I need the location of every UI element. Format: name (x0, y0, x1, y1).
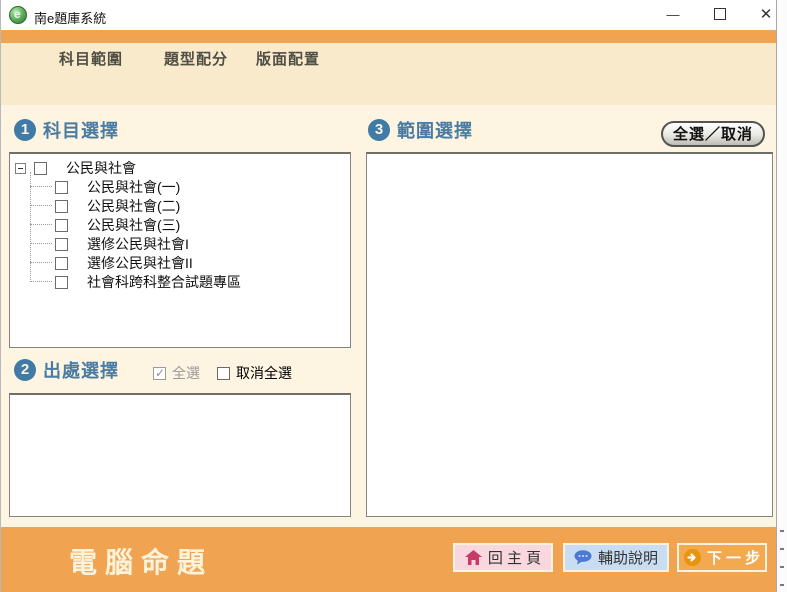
tree-item[interactable]: 公民與社會(一) (30, 177, 350, 196)
tree-item-checkbox[interactable] (55, 257, 68, 270)
subject-section-title: 科目選擇 (43, 117, 119, 143)
wizard-stepper: 科目範圍 題型配分 版面配置 (1, 43, 777, 105)
source-section-title: 出處選擇 (43, 357, 119, 383)
range-section-header: 3 範圍選擇 (368, 117, 473, 141)
subject-tree-children: 公民與社會(一) 公民與社會(二) 公民與社會(三) 選修公民與社會I 選修公民… (30, 177, 350, 291)
tree-item-checkbox[interactable] (55, 238, 68, 251)
tree-item-root[interactable]: 公民與社會 (10, 154, 350, 177)
range-list-panel[interactable] (366, 152, 773, 517)
select-all-checkbox[interactable] (153, 367, 166, 380)
tree-item-label[interactable]: 社會科跨科整合試題專區 (87, 274, 241, 290)
tree-item-label[interactable]: 選修公民與社會II (87, 255, 193, 271)
range-section-title: 範圍選擇 (397, 117, 473, 143)
section-number-3: 3 (368, 119, 390, 141)
deselect-all-checkbox-group[interactable]: 取消全選 (217, 363, 292, 383)
tree-item-label[interactable]: 選修公民與社會I (87, 236, 189, 252)
app-window: 南e題庫系統 — ✕ 科目範圍 題型配分 版面配置 1 科目選擇 公民與社會 公民… (0, 0, 777, 592)
help-button[interactable]: 輔助說明 (563, 543, 669, 572)
step-label-subject-range: 科目範圍 (59, 48, 123, 69)
select-all-toggle-button[interactable]: 全選／取消 (661, 121, 765, 147)
tree-item[interactable]: 社會科跨科整合試題專區 (30, 272, 350, 291)
tree-item-checkbox[interactable] (55, 200, 68, 213)
page-title: 電腦命題 (69, 541, 213, 581)
tree-item[interactable]: 選修公民與社會I (30, 234, 350, 253)
window-title: 南e題庫系統 (34, 8, 106, 27)
home-icon (465, 550, 482, 565)
subject-section-header: 1 科目選擇 (14, 117, 119, 141)
tree-item-checkbox[interactable] (55, 276, 68, 289)
tree-item-label[interactable]: 公民與社會(一) (87, 179, 180, 195)
source-section-header: 2 出處選擇 (14, 357, 119, 381)
section-number-2: 2 (14, 359, 36, 381)
home-button-label: 回 主 頁 (488, 547, 541, 568)
step-label-layout: 版面配置 (256, 48, 320, 69)
tree-item[interactable]: 公民與社會(三) (30, 215, 350, 234)
speech-bubble-icon (574, 550, 592, 565)
source-list-panel[interactable] (9, 393, 351, 517)
help-button-label: 輔助說明 (598, 547, 658, 568)
tree-item-label[interactable]: 公民與社會(二) (87, 198, 180, 214)
home-button[interactable]: 回 主 頁 (453, 543, 553, 572)
section-number-1: 1 (14, 119, 36, 141)
tree-item-label[interactable]: 公民與社會(三) (87, 217, 180, 233)
subject-tree-panel[interactable]: 公民與社會 公民與社會(一) 公民與社會(二) 公民與社會(三) 選修公民與社會… (9, 152, 351, 348)
footer-bar: 電腦命題 回 主 頁 輔助說明 下 一 步 (1, 527, 778, 592)
tree-root-checkbox[interactable] (34, 162, 47, 175)
tree-item-checkbox[interactable] (55, 219, 68, 232)
app-logo-icon (9, 6, 27, 24)
tree-item[interactable]: 選修公民與社會II (30, 253, 350, 272)
background-window-edge (776, 0, 787, 592)
maximize-icon (714, 8, 726, 20)
select-all-label: 全選 (172, 365, 200, 381)
deselect-all-checkbox[interactable] (217, 367, 230, 380)
deselect-all-label: 取消全選 (236, 365, 292, 381)
step-label-question-type: 題型配分 (164, 48, 228, 69)
arrow-right-circle-icon (684, 549, 701, 566)
tree-item-label[interactable]: 公民與社會 (66, 160, 136, 176)
maximize-button[interactable] (703, 4, 737, 26)
main-content: 1 科目選擇 公民與社會 公民與社會(一) 公民與社會(二) 公民與社會(三) 選… (1, 105, 778, 527)
next-step-button[interactable]: 下 一 步 (677, 543, 767, 572)
minimize-button[interactable]: — (656, 4, 690, 26)
tree-item[interactable]: 公民與社會(二) (30, 196, 350, 215)
top-accent-strip (1, 30, 777, 43)
next-button-label: 下 一 步 (707, 547, 760, 568)
title-bar: 南e題庫系統 — ✕ (1, 0, 777, 30)
select-all-checkbox-group[interactable]: 全選 (153, 363, 200, 383)
tree-collapse-icon[interactable] (15, 163, 26, 174)
tree-item-checkbox[interactable] (55, 181, 68, 194)
